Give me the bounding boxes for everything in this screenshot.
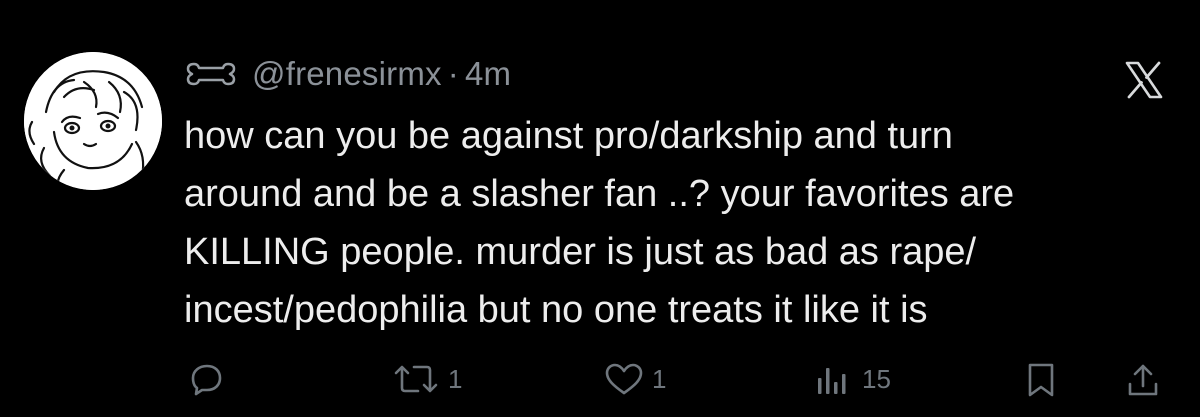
like-button[interactable]: 1 [604, 362, 666, 396]
avatar-sketch-image [24, 52, 162, 190]
tweet-actions-bar: 1 1 15 [0, 354, 1200, 404]
retweet-count: 1 [448, 363, 463, 394]
bookmark-icon [1028, 363, 1054, 397]
tweet-timestamp[interactable]: 4m [465, 55, 511, 93]
heart-icon [605, 363, 643, 395]
header-separator: · [447, 55, 459, 92]
tweet-header: @frenesirmx · 4m [186, 52, 511, 96]
bookmark-button[interactable] [1026, 362, 1056, 398]
views-icon [818, 368, 846, 394]
views-count: 15 [862, 363, 891, 394]
reply-icon [191, 364, 222, 396]
share-button[interactable] [1126, 362, 1160, 398]
retweet-button[interactable]: 1 [392, 362, 462, 396]
retweet-icon [394, 365, 438, 393]
x-logo-icon[interactable] [1124, 60, 1164, 100]
views-button[interactable]: 15 [814, 362, 891, 396]
reply-button[interactable] [190, 362, 232, 396]
bone-icon [186, 60, 236, 88]
author-handle[interactable]: @frenesirmx [252, 55, 442, 93]
tweet-text: how can you be against pro/darkship and … [184, 115, 1015, 331]
like-count: 1 [652, 363, 667, 394]
share-icon [1128, 364, 1158, 396]
avatar[interactable] [24, 52, 162, 190]
